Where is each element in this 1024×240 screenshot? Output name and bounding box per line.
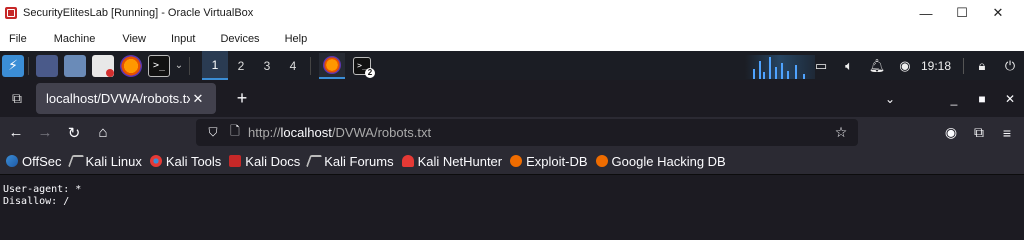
virtualbox-app-icon xyxy=(5,7,17,19)
kali-dragon-icon xyxy=(67,155,84,167)
panel-separator xyxy=(28,56,29,75)
nethunter-icon xyxy=(401,155,414,167)
volume-icon[interactable]: 🔈︎ xyxy=(835,51,863,80)
bookmark-label: Kali Forums xyxy=(324,153,394,169)
menu-devices[interactable]: Devices xyxy=(220,33,259,45)
page-content: User-agent: * Disallow: / xyxy=(0,175,1024,235)
bookmark-google-hacking-db[interactable]: Google Hacking DB xyxy=(595,153,726,169)
file-manager-icon[interactable] xyxy=(64,54,86,77)
firefox-task-button[interactable] xyxy=(319,52,345,79)
close-button[interactable]: ✕ xyxy=(980,0,1016,26)
bookmark-label: Kali Docs xyxy=(245,153,301,169)
window-count-badge: 2 xyxy=(365,67,375,78)
shield-icon[interactable]: ⛉ xyxy=(204,124,222,142)
kali-docs-icon xyxy=(229,155,242,167)
chevron-down-icon[interactable]: ⌄ xyxy=(173,60,185,71)
notification-bell-icon[interactable]: 🔔︎ xyxy=(863,51,891,80)
navigation-toolbar: ← → ↻ ⌂ ⛉ 🗋︎ http://localhost/DVWA/robot… xyxy=(0,117,1024,148)
menu-input[interactable]: Input xyxy=(171,33,195,45)
url-path: /DVWA/robots.txt xyxy=(331,125,432,140)
power-icon[interactable]: ⏻ xyxy=(996,51,1024,80)
virtualbox-title-bar: SecurityElitesLab [Running] - Oracle Vir… xyxy=(0,0,1024,26)
robots-line-user-agent: User-agent: * xyxy=(3,184,82,195)
maximize-button[interactable]: ☐ xyxy=(944,0,980,26)
url-bar[interactable]: ⛉ 🗋︎ http://localhost/DVWA/robots.txt ☆ xyxy=(196,119,858,146)
tab-title: localhost/DVWA/robots.txt xyxy=(46,91,190,106)
firefox-view-icon[interactable]: ⧉ xyxy=(4,86,30,112)
browser-tab-bar: ⧉ localhost/DVWA/robots.txt ✕ + ⌄ _ ■ ✕ xyxy=(0,80,1024,117)
kali-menu-icon[interactable]: ⚡ xyxy=(2,54,24,77)
network-icon[interactable]: ◉ xyxy=(891,51,919,80)
minimize-button[interactable]: — xyxy=(908,0,944,26)
list-all-tabs-button[interactable]: ⌄ xyxy=(876,85,904,113)
new-tab-button[interactable]: + xyxy=(228,85,256,113)
browser-minimize-button[interactable]: _ xyxy=(940,85,968,113)
firefox-launcher-icon[interactable] xyxy=(120,54,142,77)
workspace-1[interactable]: 1 xyxy=(202,51,228,80)
terminal-launcher-icon[interactable]: >_ xyxy=(148,54,170,77)
bookmark-label: OffSec xyxy=(22,153,62,169)
display-icon[interactable]: ▭ xyxy=(807,51,835,80)
browser-maximize-button[interactable]: ■ xyxy=(968,85,996,113)
panel-separator xyxy=(310,56,311,75)
bookmarks-toolbar: OffSec Kali Linux Kali Tools Kali Docs K… xyxy=(0,148,1024,175)
cpu-graph xyxy=(745,55,815,79)
bookmark-label: Kali Tools xyxy=(165,153,222,169)
browser-window-controls: ⌄ _ ■ ✕ xyxy=(876,80,1024,117)
bookmark-label: Google Hacking DB xyxy=(611,153,726,169)
menu-machine[interactable]: Machine xyxy=(54,33,96,45)
page-info-icon[interactable]: 🗋︎ xyxy=(226,124,244,142)
forward-button[interactable]: → xyxy=(31,119,59,147)
menu-help[interactable]: Help xyxy=(285,33,308,45)
menu-view[interactable]: View xyxy=(122,33,146,45)
bookmark-kali-docs[interactable]: Kali Docs xyxy=(229,154,300,169)
bookmark-offsec[interactable]: OffSec xyxy=(6,154,62,169)
back-button[interactable]: ← xyxy=(2,119,30,147)
workspace-3[interactable]: 3 xyxy=(254,51,280,80)
extensions-icon[interactable]: ⧉ xyxy=(965,119,993,147)
menu-hamburger-icon[interactable]: ≡ xyxy=(993,119,1021,147)
bookmark-kali-forums[interactable]: Kali Forums xyxy=(306,153,394,169)
bookmark-label: Exploit-DB xyxy=(526,153,588,169)
tab-close-icon[interactable]: ✕ xyxy=(190,91,206,107)
home-button[interactable]: ⌂ xyxy=(89,119,117,147)
kali-tools-icon xyxy=(149,155,162,167)
terminal-task-button[interactable]: >_ 2 xyxy=(349,53,375,79)
url-scheme: http:// xyxy=(248,125,281,140)
exploit-db-icon xyxy=(510,155,523,167)
offsec-icon xyxy=(6,155,18,167)
workspace-switcher: 1 2 3 4 xyxy=(202,51,306,80)
bookmark-kali-linux[interactable]: Kali Linux xyxy=(67,153,142,169)
text-editor-icon[interactable] xyxy=(92,54,114,77)
panel-separator xyxy=(963,57,964,74)
robots-line-disallow: Disallow: / xyxy=(3,196,70,207)
account-icon[interactable]: ◉ xyxy=(937,119,965,147)
url-host: localhost xyxy=(280,125,332,140)
bookmark-label: Kali NetHunter xyxy=(417,153,503,169)
bookmark-label: Kali Linux xyxy=(85,153,142,169)
tab-robots-txt[interactable]: localhost/DVWA/robots.txt ✕ xyxy=(36,83,216,114)
toolbar-right: ◉ ⧉ ≡ xyxy=(937,117,1024,148)
workspace-2[interactable]: 2 xyxy=(228,51,254,80)
url-input[interactable]: http://localhost/DVWA/robots.txt xyxy=(248,125,832,140)
clock[interactable]: 19:18 xyxy=(919,59,959,73)
window-title: SecurityElitesLab [Running] - Oracle Vir… xyxy=(23,7,254,19)
workspace-4[interactable]: 4 xyxy=(280,51,306,80)
bookmark-kali-tools[interactable]: Kali Tools xyxy=(149,153,222,169)
lock-icon[interactable]: 🔒︎ xyxy=(968,51,996,80)
kali-top-panel: ⚡ >_ ⌄ 1 2 3 4 >_ 2 ▭ 🔈︎ 🔔︎ ◉ 19:18 🔒︎ ⏻ xyxy=(0,51,1024,80)
menu-file[interactable]: File xyxy=(9,33,27,45)
kali-dragon-icon xyxy=(306,155,323,167)
bookmark-kali-nethunter[interactable]: Kali NetHunter xyxy=(401,153,503,169)
firefox-icon xyxy=(323,55,341,74)
virtualbox-menu-bar: File Machine View Input Devices Help xyxy=(0,26,1024,51)
bookmark-star-icon[interactable]: ☆ xyxy=(832,124,850,141)
system-tray: ▭ 🔈︎ 🔔︎ ◉ 19:18 🔒︎ ⏻ xyxy=(807,51,1024,80)
show-desktop-icon[interactable] xyxy=(36,54,58,77)
reload-button[interactable]: ↻ xyxy=(60,119,88,147)
ghdb-icon xyxy=(595,155,608,167)
bookmark-exploit-db[interactable]: Exploit-DB xyxy=(510,153,588,169)
panel-separator xyxy=(189,56,190,75)
browser-close-button[interactable]: ✕ xyxy=(996,85,1024,113)
